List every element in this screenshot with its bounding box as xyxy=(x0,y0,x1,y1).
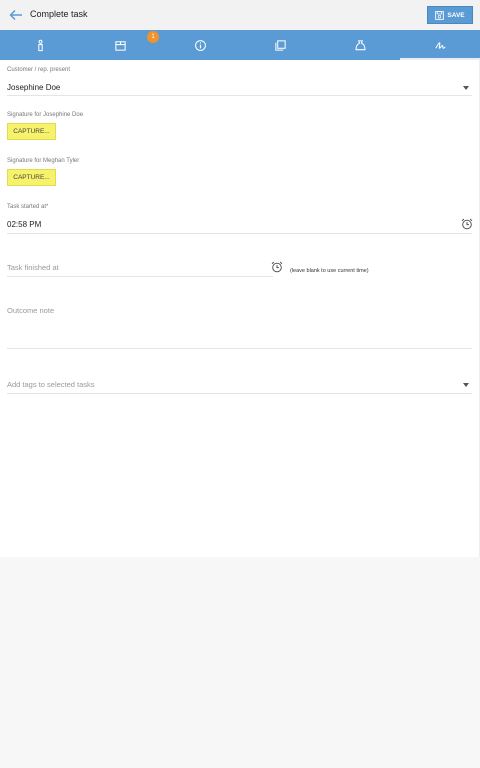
tab-details[interactable] xyxy=(160,30,240,60)
customer-select[interactable]: Josephine Doe xyxy=(7,83,60,92)
tab-info[interactable] xyxy=(0,30,80,60)
box-icon xyxy=(114,40,126,51)
copy-icon xyxy=(274,39,286,51)
divider xyxy=(7,276,273,277)
info-circle-icon xyxy=(194,39,206,51)
bag-icon xyxy=(355,39,365,50)
tab-bar xyxy=(0,30,480,60)
back-arrow-icon[interactable] xyxy=(8,7,24,23)
tab-signature[interactable] xyxy=(400,30,480,60)
top-bar: Complete task SAVE xyxy=(0,0,480,30)
chevron-down-icon[interactable] xyxy=(463,86,469,90)
task-finished-input[interactable]: Task finished at xyxy=(7,263,59,272)
capture-signature-1-button[interactable]: CAPTURE... xyxy=(7,123,56,140)
alarm-clock-icon[interactable] xyxy=(461,218,473,230)
alarm-clock-icon[interactable] xyxy=(271,261,283,273)
divider xyxy=(7,348,472,349)
signature-1-label: Signature for Josephine Doe xyxy=(7,112,84,118)
task-started-input[interactable]: 02:58 PM xyxy=(7,220,41,229)
divider xyxy=(7,393,472,394)
app: Complete task SAVE 1 Customer / rep. pre… xyxy=(0,0,480,768)
signature-icon xyxy=(434,41,446,49)
task-started-label: Task started at* xyxy=(7,204,49,210)
capture-signature-2-button[interactable]: CAPTURE... xyxy=(7,169,56,186)
save-button-label: SAVE xyxy=(447,11,465,19)
divider xyxy=(7,95,472,96)
tab-bag[interactable] xyxy=(320,30,400,60)
form-panel: Customer / rep. present Josephine Doe Si… xyxy=(0,60,480,557)
chevron-down-icon[interactable] xyxy=(463,383,469,387)
tab-copies[interactable] xyxy=(240,30,320,60)
page-title: Complete task xyxy=(30,9,88,19)
outcome-note-input[interactable]: Outcome note xyxy=(7,306,54,315)
tags-select[interactable]: Add tags to selected tasks xyxy=(7,380,95,389)
person-icon xyxy=(37,39,43,51)
signature-2-label: Signature for Meghan Tyler xyxy=(7,158,80,164)
finished-hint: (leave blank to use current time) xyxy=(290,268,369,274)
save-button[interactable]: SAVE xyxy=(427,6,473,24)
tab-badge: 1 xyxy=(147,31,159,43)
floppy-disk-icon xyxy=(435,10,445,20)
customer-label: Customer / rep. present xyxy=(7,67,71,73)
divider xyxy=(7,233,472,234)
